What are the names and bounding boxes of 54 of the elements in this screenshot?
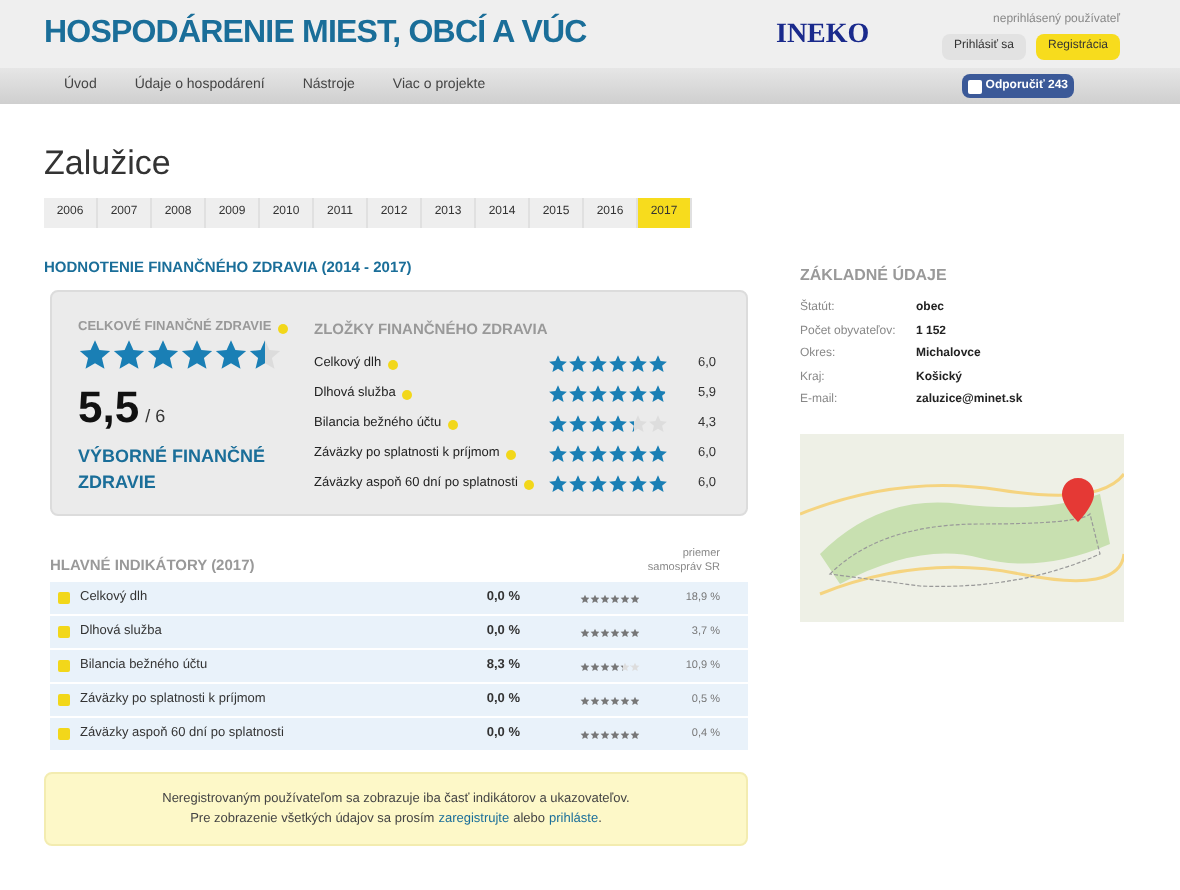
star-icon	[548, 444, 568, 464]
star-icon	[608, 414, 628, 434]
expand-icon[interactable]	[58, 660, 70, 673]
star-icon	[588, 474, 608, 494]
star-icon	[548, 474, 568, 494]
star-icon	[648, 444, 668, 464]
info-icon[interactable]	[505, 449, 516, 459]
star-icon	[608, 384, 628, 404]
star-icon	[648, 354, 668, 374]
star-icon	[548, 414, 568, 434]
star-icon	[648, 474, 668, 494]
star-icon	[608, 444, 628, 464]
star-icon	[568, 384, 588, 404]
expand-icon[interactable]	[58, 694, 70, 707]
expand-icon[interactable]	[58, 592, 70, 605]
star-icon	[568, 474, 588, 494]
star-icon	[588, 384, 608, 404]
star-icon	[248, 338, 282, 372]
star-icon	[112, 338, 146, 372]
star-icon	[628, 414, 648, 434]
star-icon	[608, 354, 628, 374]
info-icon[interactable]	[447, 419, 458, 429]
star-icon	[628, 444, 648, 464]
score-value: 5,5	[78, 380, 140, 436]
star-icon	[608, 474, 628, 494]
section-heading: ZÁKLADNÉ ÚDAJE	[800, 264, 949, 288]
info-icon[interactable]	[401, 389, 412, 399]
page-title: Zalužice	[44, 144, 173, 184]
star-icon	[548, 384, 568, 404]
star-icon	[648, 384, 668, 404]
expand-icon[interactable]	[58, 728, 70, 741]
star-icon	[588, 444, 608, 464]
star-icon	[568, 444, 588, 464]
star-icon	[568, 414, 588, 434]
score-max: / 6	[145, 404, 166, 430]
star-icon	[628, 384, 648, 404]
info-icon[interactable]	[387, 359, 398, 369]
star-icon	[588, 414, 608, 434]
info-icon[interactable]	[277, 323, 288, 334]
map-drawing[interactable]	[800, 433, 1124, 621]
star-icon	[180, 338, 214, 372]
logo[interactable]: INEKO	[776, 13, 870, 55]
star-icon	[78, 338, 112, 372]
star-icon	[588, 354, 608, 374]
star-icon	[214, 338, 248, 372]
verdict: VÝBORNÉ FINANČNÉ ZDRAVIE	[78, 444, 268, 496]
star-icon	[146, 338, 180, 372]
star-icon	[568, 354, 588, 374]
star-icon	[548, 354, 568, 374]
info-icon[interactable]	[523, 479, 534, 489]
site-title[interactable]: HOSPODÁRENIE MIEST, OBCÍ A VÚC	[44, 10, 744, 58]
star-icon	[628, 474, 648, 494]
expand-icon[interactable]	[58, 626, 70, 639]
star-icon	[628, 354, 648, 374]
